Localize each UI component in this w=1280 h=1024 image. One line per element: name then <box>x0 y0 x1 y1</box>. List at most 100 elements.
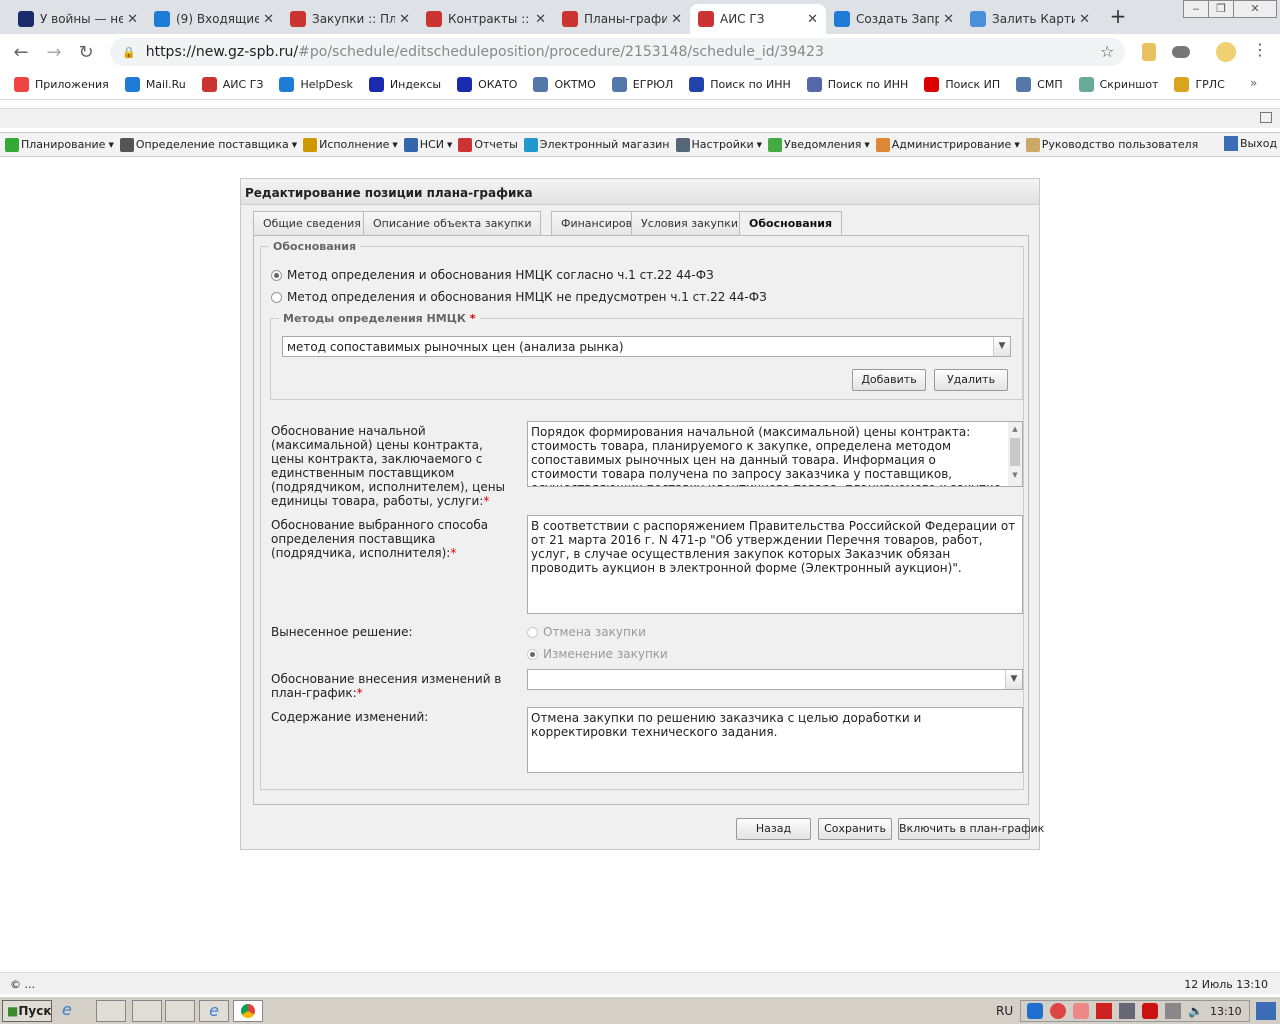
back-button[interactable]: Назад <box>736 818 811 840</box>
start-button[interactable]: ■Пуск <box>2 1000 52 1022</box>
form-tab[interactable]: Описание объекта закупки <box>363 211 542 235</box>
new-tab-button[interactable]: + <box>1104 5 1132 29</box>
browser-tab[interactable]: (9) Входящие ✕ <box>146 4 282 34</box>
extension-icon[interactable] <box>1142 43 1156 61</box>
save-button[interactable]: Сохранить <box>818 818 892 840</box>
status-left: © ... <box>10 978 35 991</box>
radio-nmck-not-provided[interactable]: Метод определения и обоснования НМЦК не … <box>271 290 767 304</box>
menu-item[interactable]: Планирование ▼ <box>5 137 114 152</box>
profile-avatar[interactable] <box>1216 42 1236 62</box>
menu-item[interactable]: Администрирование ▼ <box>875 137 1020 152</box>
show-desktop-icon[interactable] <box>1256 1002 1276 1020</box>
bookmark-item[interactable]: Поиск по ИНН <box>689 77 791 92</box>
bookmark-item[interactable]: АИС ГЗ <box>201 77 263 92</box>
form-tab[interactable]: Общие сведения <box>253 211 371 235</box>
ie-icon[interactable]: e <box>62 1000 92 1022</box>
bookmark-item[interactable]: ОКАТО <box>457 77 517 92</box>
nmck-method-select[interactable]: метод сопоставимых рыночных цен (анализа… <box>282 336 1011 357</box>
ie-icon[interactable]: e <box>199 1000 229 1022</box>
bookmark-star-icon[interactable]: ☆ <box>1100 42 1114 61</box>
usb-device-icon[interactable] <box>1119 1003 1135 1019</box>
menu-item[interactable]: Настройки ▼ <box>675 137 762 152</box>
kaspersky-icon[interactable] <box>1096 1003 1112 1019</box>
browser-tab[interactable]: Контракты :: ✕ <box>418 4 554 34</box>
extension-icon[interactable] <box>1172 46 1190 58</box>
scrollbar-thumb[interactable] <box>1010 438 1020 466</box>
maximize-button[interactable]: ❐ <box>1208 0 1234 18</box>
close-window-button[interactable]: ✕ <box>1233 0 1277 18</box>
bookmark-item[interactable]: Mail.Ru <box>124 77 186 92</box>
menu-icon <box>119 137 134 152</box>
close-tab-icon[interactable]: ✕ <box>671 12 682 27</box>
close-tab-icon[interactable]: ✕ <box>535 12 546 27</box>
close-tab-icon[interactable]: ✕ <box>127 12 138 27</box>
teamviewer-tray-icon[interactable] <box>1027 1003 1043 1019</box>
include-in-schedule-button[interactable]: Включить в план-график <box>898 818 1044 840</box>
browser-tab[interactable]: Закупки :: Пла ✕ <box>282 4 418 34</box>
menu-item[interactable]: Электронный магазин <box>523 137 670 152</box>
method-justification-textarea[interactable]: В соответствии с распоряжением Правитель… <box>527 515 1023 614</box>
bookmark-item[interactable]: ЕГРЮЛ <box>611 77 673 92</box>
ccleaner-icon[interactable] <box>1050 1003 1066 1019</box>
bookmark-item[interactable]: ГРЛС <box>1174 77 1225 92</box>
radio-nmck-per-law[interactable]: Метод определения и обоснования НМЦК сог… <box>271 268 714 282</box>
action-center-flag-icon[interactable] <box>1073 1003 1089 1019</box>
browser-tab[interactable]: Создать Запр ✕ <box>826 4 962 34</box>
app-tray-icon[interactable] <box>1142 1003 1158 1019</box>
menu-item[interactable]: Руководство пользователя <box>1025 137 1198 152</box>
radio-cancel-purchase[interactable]: Отмена закупки <box>527 625 646 639</box>
bookmark-item[interactable]: HelpDesk <box>279 77 353 92</box>
browser-tab[interactable]: Планы-графи ✕ <box>554 4 690 34</box>
menu-item[interactable]: Уведомления ▼ <box>768 137 870 152</box>
close-tab-icon[interactable]: ✕ <box>943 12 954 27</box>
language-indicator[interactable]: RU <box>996 1004 1013 1018</box>
browser-tab[interactable]: Залить Карти ✕ <box>962 4 1098 34</box>
grls-icon <box>1174 77 1190 92</box>
form-tab[interactable]: Условия закупки <box>631 211 748 235</box>
close-tab-icon[interactable]: ✕ <box>807 12 818 27</box>
change-content-textarea[interactable]: Отмена закупки по решению заказчика с це… <box>527 707 1023 773</box>
menu-item[interactable]: Исполнение ▼ <box>303 137 398 152</box>
menu-item[interactable]: НСИ ▼ <box>403 137 452 152</box>
browser-tab[interactable]: У войны — не ✕ <box>10 4 146 34</box>
teamviewer-icon[interactable] <box>165 1000 195 1022</box>
app-icon[interactable] <box>132 1000 162 1022</box>
explorer-icon[interactable] <box>96 1000 126 1022</box>
bookmark-item[interactable]: Поиск ИП <box>924 77 1000 92</box>
menu-icon[interactable]: ⋮ <box>1252 40 1268 59</box>
minimize-button[interactable]: ‒ <box>1183 0 1209 18</box>
chevron-down-icon[interactable]: ▼ <box>993 337 1010 356</box>
bookmark-item[interactable]: ОКТМО <box>533 77 596 92</box>
delete-button[interactable]: Удалить <box>934 369 1008 391</box>
forward-icon[interactable]: → <box>43 42 65 63</box>
menu-label: Настройки <box>691 138 754 151</box>
bookmark-item[interactable]: Приложения <box>14 77 109 92</box>
logout-button[interactable]: Выход <box>1224 136 1277 151</box>
volume-icon[interactable]: 🔈 <box>1188 1004 1203 1018</box>
chrome-icon[interactable] <box>233 1000 263 1022</box>
add-button[interactable]: Добавить <box>852 369 926 391</box>
browser-tab[interactable]: АИС ГЗ ✕ <box>690 4 826 34</box>
form-tab[interactable]: Обоснования <box>739 211 843 236</box>
menu-item[interactable]: Определение поставщика ▼ <box>119 137 297 152</box>
chevron-down-icon[interactable]: ▼ <box>1005 670 1022 689</box>
url-input[interactable]: 🔒 https://new.gz-spb.ru/#po/schedule/edi… <box>110 38 1125 66</box>
network-icon[interactable] <box>1165 1003 1181 1019</box>
tray-clock[interactable]: 13:10 <box>1210 1005 1242 1018</box>
back-icon[interactable]: ← <box>10 42 32 63</box>
more-bookmarks-icon[interactable]: » <box>1250 76 1257 90</box>
reload-icon[interactable]: ↻ <box>75 42 97 63</box>
radio-change-purchase[interactable]: Изменение закупки <box>527 647 668 661</box>
bookmark-item[interactable]: Поиск по ИНН <box>806 77 908 92</box>
bookmark-item[interactable]: Индексы <box>368 77 441 92</box>
scrollbar[interactable]: ▲ ▼ <box>1008 422 1022 486</box>
price-justification-textarea[interactable]: Порядок формирования начальной (максимал… <box>527 421 1023 487</box>
close-tab-icon[interactable]: ✕ <box>399 12 410 27</box>
change-reason-select[interactable]: ▼ <box>527 669 1023 690</box>
restore-icon[interactable] <box>1260 112 1272 123</box>
close-tab-icon[interactable]: ✕ <box>263 12 274 27</box>
close-tab-icon[interactable]: ✕ <box>1079 12 1090 27</box>
bookmark-item[interactable]: Скриншот <box>1078 77 1158 92</box>
bookmark-item[interactable]: СМП <box>1016 77 1063 92</box>
menu-item[interactable]: Отчеты <box>458 137 518 152</box>
